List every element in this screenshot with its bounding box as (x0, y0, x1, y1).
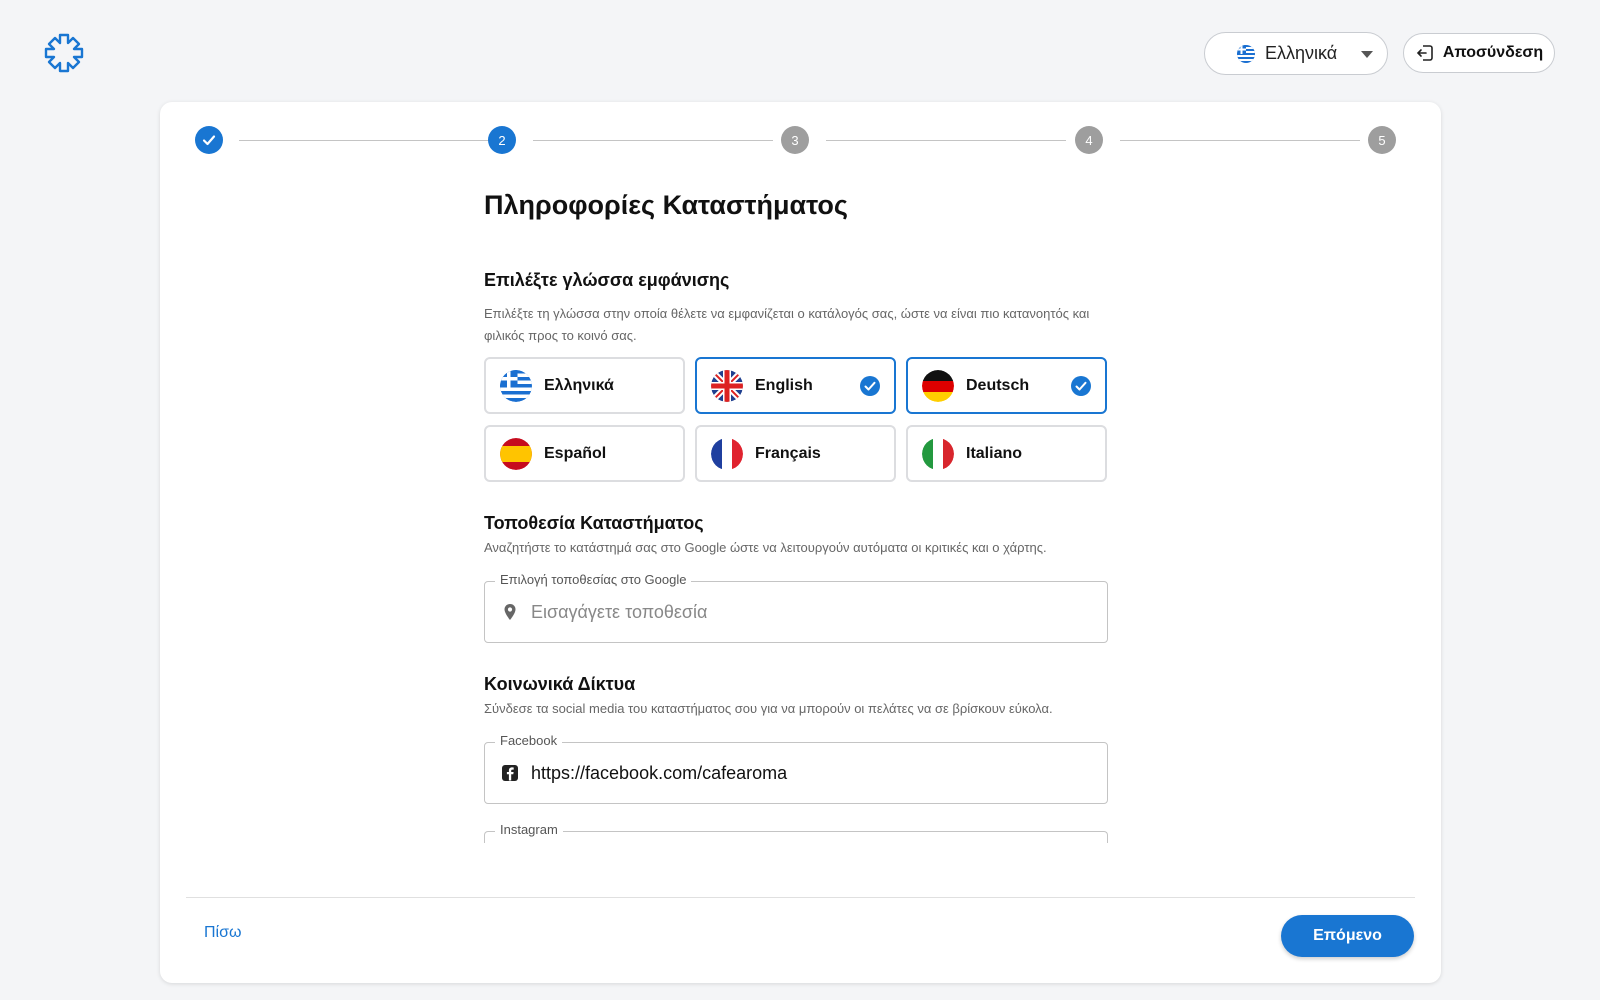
language-option-label: Deutsch (966, 376, 1030, 394)
location-section-title: Τοποθεσία Καταστήματος (484, 513, 704, 533)
language-option-french[interactable]: Français (695, 425, 896, 482)
instagram-field[interactable]: Instagram (484, 822, 1108, 843)
spain-flag-icon (500, 437, 532, 470)
step-connector (533, 140, 773, 141)
france-flag-icon (711, 437, 743, 470)
form-content: Πληροφορίες Καταστήματος Επιλέξτε γλώσσα… (484, 190, 1108, 843)
step-connector (239, 140, 489, 141)
step-connector (1120, 140, 1360, 141)
language-option-label: Ελληνικά (544, 376, 614, 394)
logout-label: Αποσύνδεση (1442, 44, 1544, 61)
language-option-italian[interactable]: Italiano (906, 425, 1107, 482)
language-options: Ελληνικά English Deutsch Español Françai… (484, 357, 1108, 482)
logout-button[interactable]: Αποσύνδεση (1403, 33, 1555, 73)
language-section: Επιλέξτε γλώσσα εμφάνισης Επιλέξτε τη γλ… (484, 270, 1108, 482)
social-section: Κοινωνικά Δίκτυα Σύνδεσε τα social media… (484, 674, 1108, 843)
language-section-description: Επιλέξτε τη γλώσσα στην οποία θέλετε να … (484, 306, 1090, 343)
location-pin-icon (504, 604, 516, 620)
language-option-label: Italiano (966, 444, 1023, 462)
check-circle-icon (860, 376, 880, 396)
facebook-input[interactable] (531, 762, 1051, 784)
main-card: 2 3 4 5 Πληροφορίες Καταστήματος Επιλέξτ… (160, 102, 1441, 983)
language-select-value: Ελληνικά (1265, 43, 1338, 63)
step-connector (826, 140, 1066, 141)
step-5: 5 (1368, 126, 1396, 154)
footer-divider (186, 897, 1415, 898)
greece-flag-icon (1237, 44, 1255, 63)
location-input[interactable] (531, 601, 1051, 623)
italy-flag-icon (922, 437, 954, 470)
location-section: Τοποθεσία Καταστήματος Αναζητήστε το κατ… (484, 513, 1108, 643)
stepper: 2 3 4 5 (195, 126, 1396, 154)
language-option-german[interactable]: Deutsch (906, 357, 1107, 414)
language-option-label: Español (544, 444, 607, 462)
language-option-english[interactable]: English (695, 357, 896, 414)
language-option-spanish[interactable]: Español (484, 425, 685, 482)
back-button[interactable]: Πίσω (204, 924, 241, 942)
language-option-greek[interactable]: Ελληνικά (484, 357, 685, 414)
language-section-title: Επιλέξτε γλώσσα εμφάνισης (484, 270, 730, 290)
logout-icon (1416, 45, 1433, 61)
location-section-description: Αναζητήστε το κατάστημά σας στο Google ώ… (484, 540, 1047, 555)
greece-flag-icon (500, 369, 532, 402)
page-title: Πληροφορίες Καταστήματος (484, 190, 848, 220)
language-option-label: English (755, 376, 813, 394)
social-section-title: Κοινωνικά Δίκτυα (484, 674, 636, 694)
instagram-field-label: Instagram (495, 822, 563, 837)
step-1 (195, 126, 223, 154)
chevron-down-icon (1361, 51, 1373, 58)
facebook-field: Facebook (484, 733, 1108, 804)
language-option-label: Français (755, 444, 821, 462)
check-icon (202, 135, 216, 146)
logo-icon (44, 33, 84, 73)
language-select[interactable]: Ελληνικά (1204, 32, 1388, 75)
location-field-label: Επιλογή τοποθεσίας στο Google (495, 572, 692, 587)
step-2: 2 (488, 126, 516, 154)
check-circle-icon (1071, 376, 1091, 396)
location-field: Επιλογή τοποθεσίας στο Google (484, 572, 1108, 643)
social-section-description: Σύνδεσε τα social media του καταστήματος… (484, 701, 1053, 716)
step-3: 3 (781, 126, 809, 154)
next-button[interactable]: Επόμενο (1281, 915, 1414, 957)
germany-flag-icon (922, 369, 954, 402)
step-4: 4 (1075, 126, 1103, 154)
facebook-field-label: Facebook (495, 733, 563, 748)
uk-flag-icon (711, 369, 743, 402)
facebook-icon (502, 765, 518, 781)
